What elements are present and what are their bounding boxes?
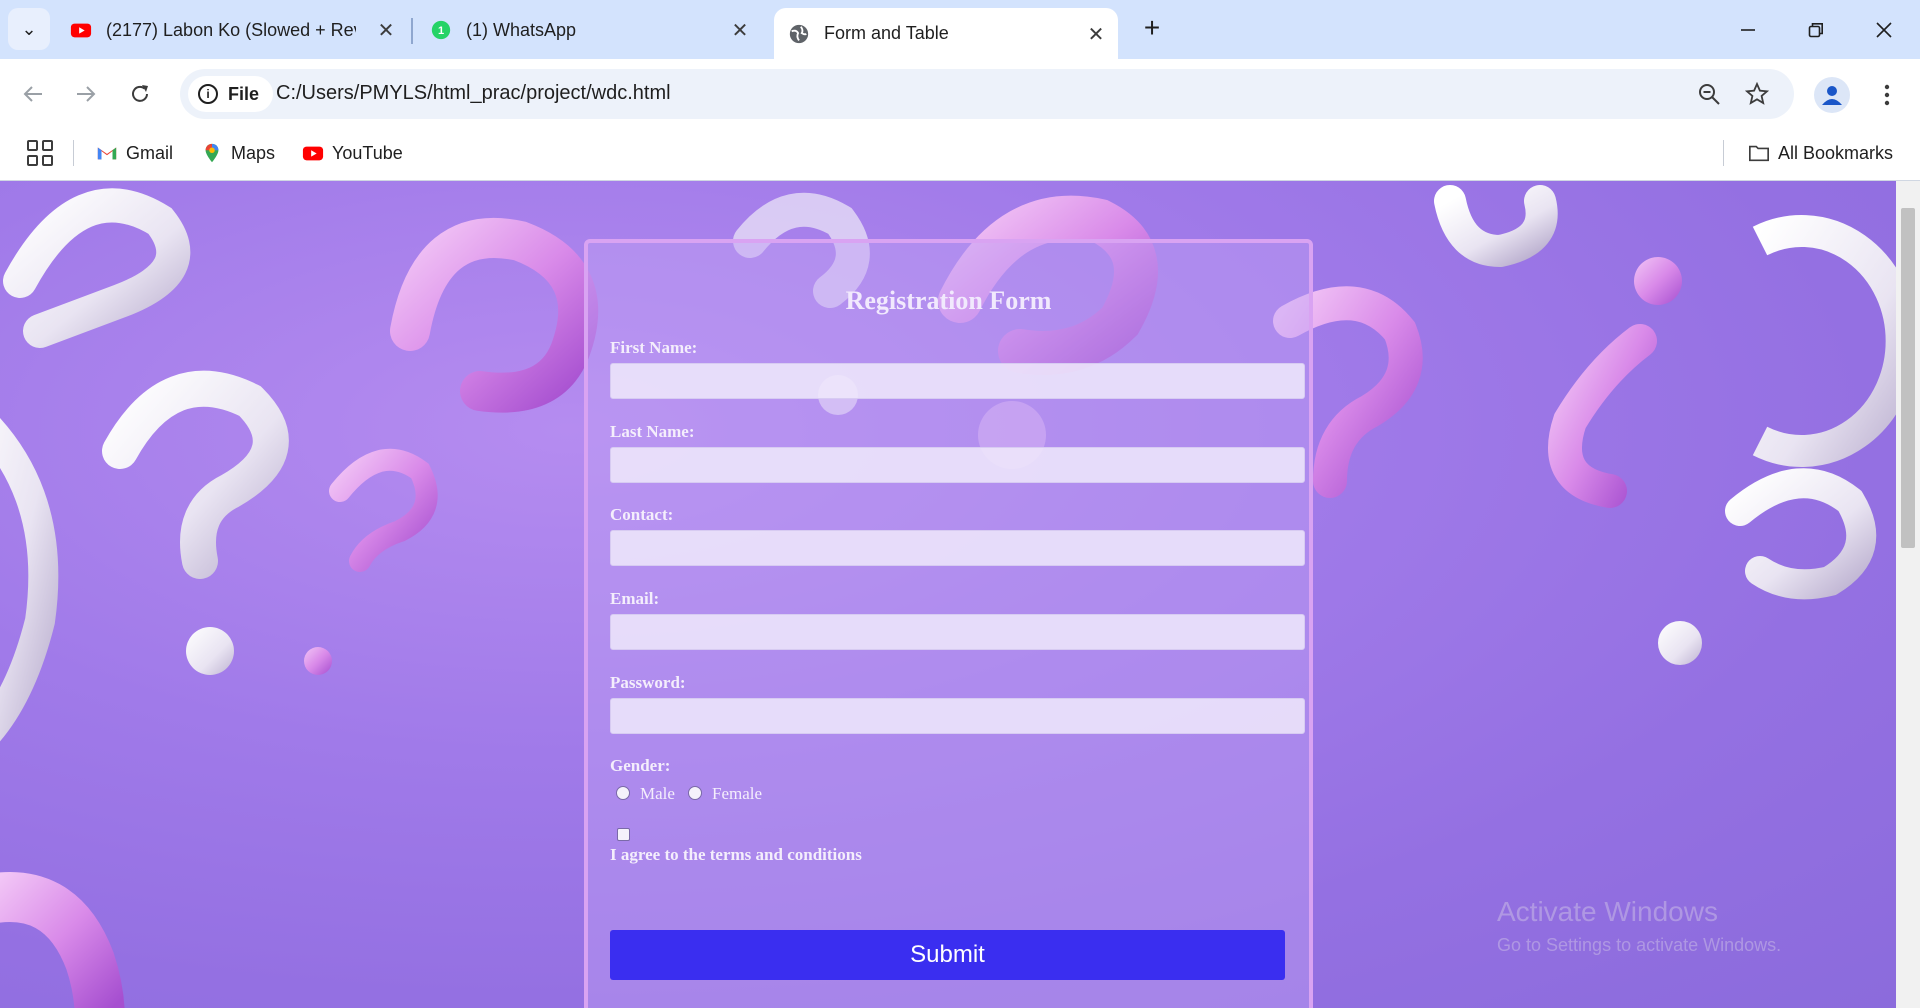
bookmark-label: YouTube — [332, 142, 403, 163]
email-input[interactable] — [610, 614, 1305, 650]
tab-youtube[interactable]: (2177) Labon Ko (Slowed + Rev ✕ — [70, 10, 398, 50]
browser-menu-button[interactable] — [1872, 77, 1902, 113]
gender-female-label: Female — [712, 784, 763, 803]
form-title: Registration Form — [845, 286, 1052, 315]
address-bar[interactable]: i File C:/Users/PMYLS/html_prac/project/… — [180, 69, 1794, 119]
bookmark-youtube[interactable]: YouTube — [302, 138, 403, 168]
close-icon[interactable]: ✕ — [728, 18, 752, 42]
minimize-icon — [1741, 29, 1755, 31]
close-icon[interactable]: ✕ — [374, 18, 398, 42]
person-icon — [1822, 86, 1842, 105]
zoom-icon[interactable] — [1695, 80, 1723, 108]
tab-search-button[interactable]: ⌄ — [8, 8, 50, 50]
apps-grid-icon[interactable] — [26, 139, 54, 167]
email-label: Email: — [610, 589, 660, 608]
close-window-button[interactable] — [1861, 10, 1907, 50]
bookmark-maps[interactable]: Maps — [201, 138, 275, 168]
gender-female-radio[interactable] — [688, 786, 702, 800]
restore-icon — [1808, 23, 1823, 38]
registration-form: Registration Form First Name: Last Name:… — [584, 239, 1313, 1008]
page-viewport: Registration Form First Name: Last Name:… — [0, 181, 1896, 1008]
new-tab-button[interactable]: + — [1136, 12, 1168, 44]
url-text[interactable]: C:/Users/PMYLS/html_prac/project/wdc.htm… — [276, 82, 671, 105]
last-name-label: Last Name: — [610, 422, 695, 441]
back-button[interactable] — [13, 74, 53, 114]
arrow-right-icon — [77, 86, 96, 102]
gender-male-radio[interactable] — [616, 786, 630, 800]
whatsapp-icon: 1 — [431, 20, 451, 40]
minimize-button[interactable] — [1725, 10, 1771, 50]
tab-separator — [411, 18, 413, 44]
bookmark-separator — [73, 140, 74, 166]
activate-windows-subtitle: Go to Settings to activate Windows. — [1497, 935, 1782, 955]
all-bookmarks-button[interactable]: All Bookmarks — [1748, 138, 1893, 168]
close-icon — [1876, 22, 1892, 38]
site-info-label: File — [228, 83, 260, 104]
terms-label: I agree to the terms and conditions — [610, 845, 862, 864]
last-name-input[interactable] — [610, 447, 1305, 483]
gmail-icon — [97, 147, 117, 160]
bookmark-gmail[interactable]: Gmail — [96, 138, 173, 168]
bookmark-label: Gmail — [126, 142, 174, 163]
bookmark-label: Maps — [231, 142, 276, 163]
first-name-input[interactable] — [610, 363, 1305, 399]
folder-icon — [1749, 145, 1769, 162]
scrollbar-thumb[interactable] — [1901, 208, 1915, 548]
youtube-icon — [70, 23, 92, 38]
reload-button[interactable] — [120, 74, 160, 114]
bookmarks-bar: Gmail Maps YouTube All Bookmarks — [0, 128, 1920, 181]
kebab-menu-icon — [1884, 84, 1890, 106]
profile-avatar-button[interactable] — [1814, 77, 1850, 113]
gender-male-label: Male — [640, 784, 675, 803]
restore-button[interactable] — [1793, 10, 1839, 50]
tab-form-and-table[interactable]: Form and Table ✕ — [774, 8, 1118, 59]
youtube-icon — [302, 146, 324, 161]
site-info-chip[interactable]: i File — [188, 76, 274, 112]
terms-checkbox[interactable] — [617, 828, 630, 841]
tab-title: Form and Table — [824, 23, 949, 43]
password-input[interactable] — [610, 698, 1305, 734]
contact-label: Contact: — [610, 505, 674, 524]
arrow-left-icon — [23, 86, 42, 102]
first-name-label: First Name: — [610, 338, 698, 357]
tab-strip: ⌄ (2177) Labon Ko (Slowed + Rev ✕ 1 (1) … — [0, 0, 1920, 59]
chevron-down-icon: ⌄ — [21, 18, 37, 39]
close-icon[interactable]: ✕ — [1084, 22, 1108, 46]
bookmark-star-icon[interactable] — [1743, 80, 1771, 108]
reload-icon — [132, 85, 148, 102]
activate-windows-title: Activate Windows — [1497, 896, 1718, 927]
gender-label: Gender: — [610, 756, 671, 775]
star-icon — [1745, 82, 1769, 105]
tab-whatsapp[interactable]: 1 (1) WhatsApp ✕ — [430, 10, 752, 50]
globe-icon — [789, 24, 809, 43]
page-scrollbar[interactable] — [1896, 181, 1920, 1008]
info-icon: i — [198, 84, 218, 104]
contact-input[interactable] — [610, 530, 1305, 566]
magnifier-minus-icon — [1699, 84, 1720, 105]
browser-toolbar: i File C:/Users/PMYLS/html_prac/project/… — [0, 59, 1920, 128]
forward-button[interactable] — [66, 74, 106, 114]
svg-text:1: 1 — [438, 25, 444, 37]
submit-button[interactable]: Submit — [610, 930, 1285, 980]
all-bookmarks-label: All Bookmarks — [1778, 142, 1894, 163]
tab-title: (2177) Labon Ko (Slowed + Rev — [106, 19, 356, 40]
bookmark-separator — [1723, 140, 1724, 166]
tab-title: (1) WhatsApp — [466, 19, 577, 40]
password-label: Password: — [610, 673, 686, 692]
maps-icon — [205, 143, 219, 163]
